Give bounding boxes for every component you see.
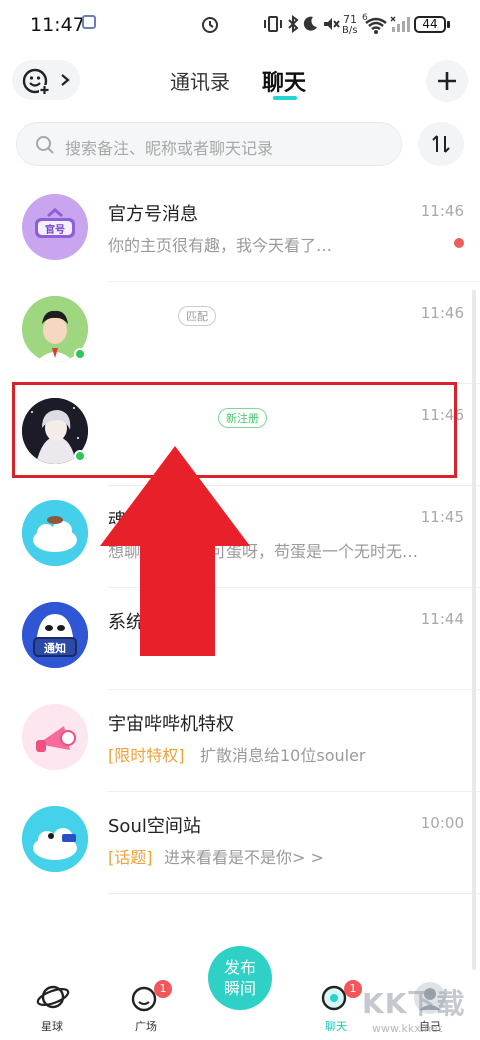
list-scrollbar[interactable] [472, 290, 476, 970]
smiley-add-icon [22, 68, 50, 95]
chat-preview: 你的主页很有趣，我今天看了… [108, 236, 333, 255]
chat-preview-tag: [限时特权] [108, 746, 185, 765]
publish-label-line2: 瞬间 [223, 979, 256, 998]
battery-tip [447, 21, 450, 28]
match-tag: 匹配 [178, 306, 216, 326]
unread-dot [454, 238, 464, 248]
chat-preview: 扩散消息给10位souler [200, 746, 366, 765]
search-icon [36, 136, 54, 154]
chat-time: 11:44 [420, 610, 464, 628]
chat-preview: 进来看看是不是你> > [164, 848, 324, 867]
avatar-broadcaster [22, 704, 88, 770]
online-status-dot [74, 348, 86, 360]
chat-item-soul-space-station[interactable]: Soul空间站 [话题] 进来看看是不是你> > 10:00 [0, 792, 480, 894]
chat-item-match[interactable]: 匹配 11:46 [0, 282, 480, 384]
alarm-icon [202, 17, 218, 33]
nav-planet-label: 星球 [41, 1020, 63, 1033]
mood-status-button[interactable] [12, 60, 80, 100]
square-badge: 1 [154, 980, 172, 998]
chat-name: 宇宙哔哔机特权 [108, 714, 234, 735]
publish-moment-button[interactable]: 发布 瞬间 [208, 946, 272, 1010]
sort-button[interactable] [418, 122, 464, 166]
cloud-mascot-icon [22, 500, 88, 566]
search-input[interactable]: 搜索备注、昵称或者聊天记录 [16, 122, 402, 166]
search-placeholder: 搜索备注、昵称或者聊天记录 [65, 139, 274, 158]
official-avatar-label: 官号 [45, 225, 65, 236]
sort-arrows-icon [432, 135, 450, 153]
notification-ghost-icon [22, 602, 88, 668]
chat-item-cosmic-broadcaster[interactable]: 宇宙哔哔机特权 [限时特权] 扩散消息给10位souler [0, 690, 480, 792]
chat-time: 11:46 [420, 202, 464, 220]
divider [108, 893, 480, 894]
watermark-url: www.kkx.net [372, 1022, 443, 1035]
tab-contacts[interactable]: 通讯录 [170, 66, 230, 95]
battery-level: 44 [422, 17, 438, 31]
nav-square[interactable]: 1 广场 [106, 972, 186, 1040]
chat-name: 官方号消息 [108, 204, 198, 225]
watermark-logo-text: KK下载 [362, 987, 466, 1020]
status-time: 11:47 [30, 14, 85, 36]
battery-indicator: 44 [414, 16, 446, 33]
chat-time: 11:46 [420, 304, 464, 322]
chat-item-official[interactable]: 官号 官方号消息 你的主页很有趣，我今天看了… 11:46 [0, 180, 480, 282]
chat-name: Soul空间站 [108, 816, 201, 837]
tab-chat[interactable]: 聊天 [262, 65, 306, 97]
vibrate-icon [264, 16, 282, 32]
system-avatar-label: 通知 [44, 642, 66, 655]
avatar-space-station [22, 806, 88, 872]
mute-icon [324, 18, 340, 30]
chat-time: 11:45 [420, 508, 464, 526]
active-tab-indicator [273, 96, 297, 100]
net-speed-unit: B/s [342, 25, 358, 36]
nav-square-label: 广场 [135, 1020, 157, 1033]
chat-time: 10:00 [420, 814, 464, 832]
moon-icon [303, 16, 317, 31]
cell-signal-icon [390, 16, 410, 32]
chat-badge: 1 [344, 980, 362, 998]
publish-label-line1: 发布 [223, 958, 256, 977]
arrow-up-icon [100, 446, 250, 656]
planet-icon [36, 985, 70, 1009]
chevron-right-icon [61, 74, 70, 86]
avatar-soul [22, 500, 88, 566]
nav-planet[interactable]: 星球 [12, 972, 92, 1040]
chat-preview-tag: [话题] [108, 848, 153, 867]
megaphone-icon [22, 704, 88, 770]
avatar-official: 官号 [22, 194, 88, 260]
add-button[interactable] [426, 60, 468, 102]
bluetooth-icon [288, 15, 299, 33]
wifi-icon [365, 17, 387, 34]
app-notification-icon [82, 15, 96, 29]
cloud-telescope-icon [22, 806, 88, 872]
status-bar: 11:47 71 B/s 6 44 [0, 0, 480, 52]
avatar-system: 通知 [22, 602, 88, 668]
plus-icon [438, 72, 456, 90]
